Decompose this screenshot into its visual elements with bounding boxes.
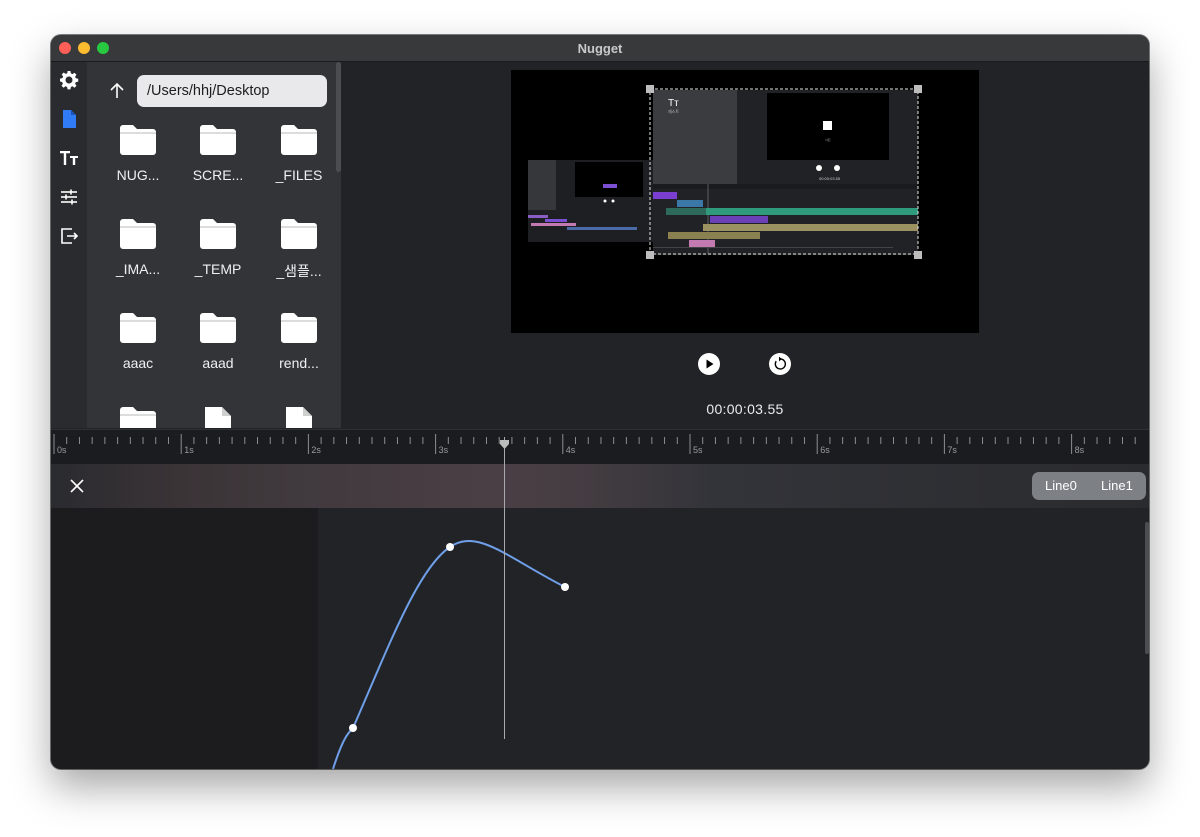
- svg-text:Tт: Tт: [668, 98, 679, 109]
- ruler-label: 2s: [311, 445, 321, 455]
- folder-icon: [200, 313, 236, 343]
- document-icon: [205, 407, 231, 428]
- ruler-label: 3s: [438, 445, 449, 455]
- folder-item[interactable]: rend...: [262, 312, 336, 371]
- file-browser-panel: NUG... SCRE... _FILES _IMA... _TEMP _샘플...aaa…: [87, 62, 341, 428]
- keyframe-point: [446, 543, 454, 551]
- file-icon[interactable]: [59, 109, 79, 129]
- keyframe-curve: [332, 540, 566, 769]
- folder-item[interactable]: aaad: [181, 312, 255, 371]
- nested-screenshot-small: [528, 160, 653, 242]
- folder-icon: [200, 219, 236, 249]
- title-bar: Nugget: [51, 35, 1149, 62]
- item-label: _IMA...: [115, 261, 161, 277]
- folder-icon: [120, 313, 156, 343]
- play-button[interactable]: [698, 353, 720, 375]
- item-label: aaac: [122, 355, 154, 371]
- svg-text:사진: 사진: [825, 137, 831, 142]
- folder-icon: [120, 125, 156, 155]
- item-label: _TEMP: [194, 261, 242, 277]
- sidebar-rail: [51, 62, 87, 428]
- item-label: _샘플...: [276, 263, 322, 279]
- playhead-line[interactable]: [504, 437, 505, 739]
- folder-icon: [120, 407, 156, 428]
- preview-area: Tт 재스트 사진 00:00:03.55 00:00:03.55: [341, 62, 1149, 428]
- ruler-label: 0s: [57, 445, 67, 455]
- ruler-label: 6s: [820, 445, 830, 455]
- svg-text:재스트: 재스트: [668, 108, 679, 114]
- ruler-label: 8s: [1074, 445, 1085, 455]
- playhead-handle[interactable]: [500, 436, 509, 449]
- folder-item[interactable]: _샘플...: [262, 218, 336, 281]
- folder-icon: [281, 125, 317, 155]
- item-label: SCRE...: [192, 167, 244, 183]
- ruler-label: 7s: [947, 445, 957, 455]
- folder-icon: [200, 125, 236, 155]
- file-item[interactable]: [262, 406, 336, 428]
- keyframe-track-list: [51, 508, 318, 769]
- folder-icon: [281, 219, 317, 249]
- item-label: rend...: [279, 355, 319, 371]
- playback-timecode: 00:00:03.55: [706, 401, 784, 417]
- settings-icon[interactable]: [59, 70, 79, 90]
- keyframe-scrollbar[interactable]: [1145, 522, 1149, 654]
- window-title: Nugget: [577, 41, 623, 56]
- folder-item[interactable]: SCRE...: [181, 124, 255, 183]
- keyframe-point: [561, 583, 569, 591]
- close-icon[interactable]: [67, 476, 87, 496]
- replay-button[interactable]: [769, 353, 791, 375]
- sliders-icon[interactable]: [59, 187, 79, 207]
- tab-line1[interactable]: Line1: [1101, 478, 1133, 493]
- folder-item[interactable]: _IMA...: [101, 218, 175, 277]
- path-input[interactable]: [137, 75, 327, 107]
- text-icon[interactable]: [59, 148, 79, 168]
- ruler-label: 5s: [693, 445, 703, 455]
- folder-item[interactable]: [101, 406, 175, 428]
- timeline-ruler[interactable]: 0s 1s 2s 3s 4s 5s 6s 7s 8s: [51, 429, 1149, 464]
- ruler-label: 1s: [184, 445, 194, 455]
- ruler-label: 4s: [565, 445, 576, 455]
- file-item[interactable]: [181, 406, 255, 428]
- ruler-ticks: [53, 434, 1136, 454]
- item-label: aaad: [202, 355, 234, 371]
- keyframe-point: [349, 724, 357, 732]
- svg-text:00:00:03.55: 00:00:03.55: [819, 176, 841, 181]
- item-label: NUG...: [116, 167, 160, 183]
- keyframe-graph[interactable]: [318, 508, 1149, 769]
- up-arrow-icon[interactable]: [106, 80, 128, 102]
- folder-icon: [281, 313, 317, 343]
- folder-item[interactable]: _TEMP: [181, 218, 255, 277]
- folder-item[interactable]: aaac: [101, 312, 175, 371]
- app-window: Nugget NUG... SCRE... _FILES _IMA... _TEMP _샘…: [51, 35, 1149, 769]
- item-label: _FILES: [275, 167, 323, 183]
- folder-item[interactable]: _FILES: [262, 124, 336, 183]
- line-tabs: Line0 Line1: [1032, 472, 1146, 500]
- video-preview[interactable]: Tт 재스트 사진 00:00:03.55: [511, 70, 979, 333]
- document-icon: [286, 407, 312, 428]
- folder-item[interactable]: NUG...: [101, 124, 175, 183]
- keyframe-editor-header: Line0 Line1: [51, 464, 1149, 508]
- folder-icon: [120, 219, 156, 249]
- tab-line0[interactable]: Line0: [1045, 478, 1077, 493]
- nested-screenshot-large: Tт 재스트 사진 00:00:03.55: [653, 90, 918, 255]
- export-icon[interactable]: [59, 226, 79, 246]
